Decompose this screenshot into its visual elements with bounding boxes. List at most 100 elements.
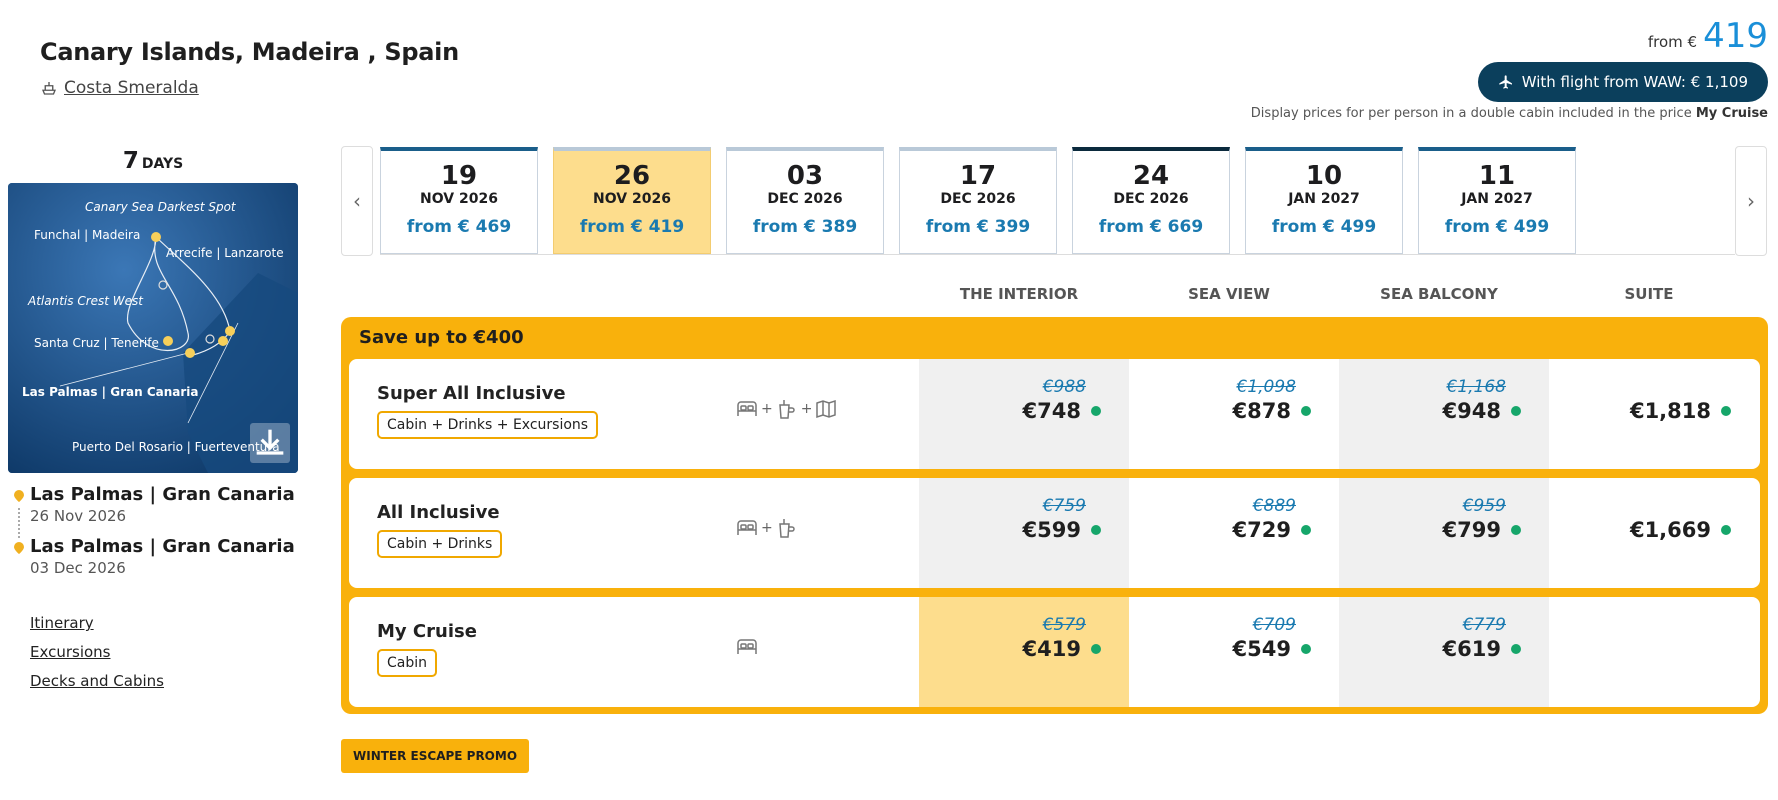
availability-dot <box>1721 525 1731 535</box>
date-option[interactable]: 03 DEC 2026 from € 389 <box>726 147 884 254</box>
date-option[interactable]: 24 DEC 2026 from € 669 <box>1072 147 1230 254</box>
location-pin-icon <box>14 490 24 502</box>
route-map[interactable]: Canary Sea Darkest Spot Funchal | Madeir… <box>8 183 298 473</box>
plus-sign: + <box>761 520 773 536</box>
drink-icon <box>778 519 795 538</box>
date-option[interactable]: 19 NOV 2026 from € 469 <box>380 147 538 254</box>
itinerary-link[interactable]: Itinerary <box>30 614 164 632</box>
package-icons: + + <box>735 397 838 421</box>
map-label: Las Palmas | Gran Canaria <box>22 385 199 399</box>
current-price: €748 <box>1023 399 1101 423</box>
decks-cabins-link[interactable]: Decks and Cabins <box>30 672 164 690</box>
date-option-selected[interactable]: 26 NOV 2026 from € 419 <box>553 147 711 254</box>
map-label: Canary Sea Darkest Spot <box>85 200 237 214</box>
price-cell[interactable]: €779 €619 <box>1339 597 1549 707</box>
package-name: My Cruise <box>377 621 477 642</box>
date-month-year: DEC 2026 <box>767 191 843 207</box>
availability-dot <box>1721 406 1731 416</box>
date-price: from € 389 <box>752 217 858 237</box>
price-cell[interactable]: €1,098 €878 <box>1129 359 1339 469</box>
flight-button[interactable]: With flight from WAW: € 1,109 <box>1477 62 1768 102</box>
pricing-board: Save up to €400 Super All Inclusive Cabi… <box>341 317 1768 714</box>
ship-icon <box>42 82 56 95</box>
plus-sign: + <box>800 401 813 417</box>
old-price: €1,098 <box>1236 377 1296 397</box>
date-carousel: 19 NOV 2026 from € 469 26 NOV 2026 from … <box>380 147 1735 255</box>
price-disclaimer: Display prices for per person in a doubl… <box>1251 106 1768 121</box>
price-value: €619 <box>1442 637 1501 661</box>
price-value: €748 <box>1022 399 1081 423</box>
map-label: Funchal | Madeira <box>34 228 140 242</box>
price-cell[interactable]: €959 €799 <box>1339 478 1549 588</box>
date-day: 17 <box>959 161 997 191</box>
current-price: €729 <box>1233 518 1311 542</box>
old-price: €709 <box>1252 615 1296 635</box>
date-day: 24 <box>1132 161 1170 191</box>
prev-dates-button[interactable]: ‹ <box>341 146 373 256</box>
current-price: €878 <box>1233 399 1311 423</box>
from-price: from € 419 <box>1648 16 1768 56</box>
old-price: €889 <box>1252 496 1296 516</box>
current-price: €1,818 <box>1630 399 1731 423</box>
port-date: 26 Nov 2026 <box>30 507 127 525</box>
map-label: Arrecife | Lanzarote <box>166 246 284 260</box>
package-row: All Inclusive Cabin + Drinks + €759 €599… <box>349 478 1760 588</box>
excursions-link[interactable]: Excursions <box>30 643 164 661</box>
save-banner: Save up to €400 <box>359 327 524 348</box>
date-price: from € 499 <box>1444 217 1550 237</box>
chevron-right-icon: › <box>1747 189 1755 213</box>
price-value: €549 <box>1232 637 1291 661</box>
map-marker <box>185 348 195 358</box>
price-cell[interactable]: €1,669 <box>1549 478 1759 588</box>
ship-link[interactable]: Costa Smeralda <box>40 78 199 98</box>
date-month-year: NOV 2026 <box>593 191 671 207</box>
date-price: from € 419 <box>579 217 685 237</box>
map-marker <box>218 336 228 346</box>
flight-button-label: With flight from WAW: € 1,109 <box>1521 73 1748 91</box>
download-map-button[interactable] <box>250 423 290 463</box>
current-price: €419 <box>1023 637 1101 661</box>
old-price: €779 <box>1462 615 1506 635</box>
disclaimer-text: Display prices for per person in a doubl… <box>1250 106 1692 121</box>
next-dates-button[interactable]: › <box>1735 146 1767 256</box>
date-day: 11 <box>1478 161 1516 191</box>
download-icon <box>256 429 284 455</box>
date-day: 26 <box>613 161 651 191</box>
date-option[interactable]: 11 JAN 2027 from € 499 <box>1418 147 1576 254</box>
availability-dot <box>1301 644 1311 654</box>
plus-sign: + <box>761 401 773 417</box>
route-connector <box>18 508 20 538</box>
bed-icon <box>737 520 757 535</box>
map-marker <box>163 336 173 346</box>
old-price: €959 <box>1462 496 1506 516</box>
current-price: €599 <box>1023 518 1101 542</box>
price-cell[interactable]: €1,168 €948 <box>1339 359 1549 469</box>
port-item: Las Palmas | Gran Canaria 03 Dec 2026 <box>12 536 302 588</box>
price-cell[interactable]: €889 €729 <box>1129 478 1339 588</box>
price-cell[interactable]: €1,818 <box>1549 359 1759 469</box>
date-price: from € 669 <box>1098 217 1204 237</box>
cabin-columns: THE INTERIOR SEA VIEW SEA BALCONY SUITE <box>0 285 1778 311</box>
current-price: €549 <box>1233 637 1311 661</box>
date-day: 19 <box>440 161 478 191</box>
page-title: Canary Islands, Madeira , Spain <box>40 38 459 66</box>
date-month-year: DEC 2026 <box>940 191 1016 207</box>
price-cell-selected[interactable]: €579 €419 <box>919 597 1129 707</box>
price-cell[interactable]: €988 €748 <box>919 359 1129 469</box>
date-option[interactable]: 17 DEC 2026 from € 399 <box>899 147 1057 254</box>
current-price: €799 <box>1443 518 1521 542</box>
chevron-left-icon: ‹ <box>353 189 361 213</box>
date-price: from € 399 <box>925 217 1031 237</box>
promo-badge[interactable]: WINTER ESCAPE PROMO <box>341 739 530 773</box>
price-cell[interactable]: €709 €549 <box>1129 597 1339 707</box>
port-date: 03 Dec 2026 <box>30 559 126 577</box>
date-option[interactable]: 10 JAN 2027 from € 499 <box>1245 147 1403 254</box>
price-value: €878 <box>1232 399 1291 423</box>
price-cell[interactable]: €759 €599 <box>919 478 1129 588</box>
date-month-year: DEC 2026 <box>1113 191 1189 207</box>
map-icon <box>816 399 837 419</box>
ship-name: Costa Smeralda <box>64 78 199 98</box>
map-marker <box>225 326 235 336</box>
date-month-year: JAN 2027 <box>1288 191 1360 207</box>
bed-icon <box>737 639 757 654</box>
